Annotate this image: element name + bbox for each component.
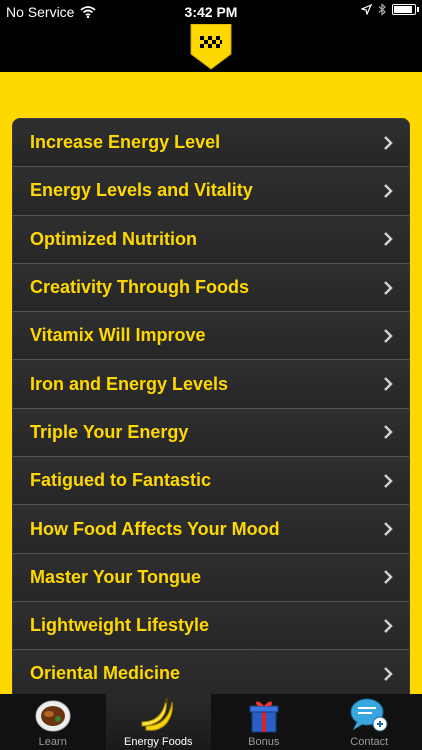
location-arrow-icon — [361, 4, 372, 15]
list-item-label: Fatigued to Fantastic — [30, 470, 212, 491]
list-item-label: Oriental Medicine — [30, 663, 181, 684]
chevron-right-icon — [384, 618, 393, 633]
list-item[interactable]: Energy Levels and Vitality — [13, 167, 409, 216]
tab-energy-foods[interactable]: Energy Foods — [105, 694, 211, 750]
tab-bonus[interactable]: Bonus — [211, 694, 317, 750]
tab-learn[interactable]: Learn — [0, 694, 106, 750]
taxi-checker-badge-icon — [190, 24, 232, 70]
list-item[interactable]: Oriental Medicine — [13, 650, 409, 694]
list-item[interactable]: Optimized Nutrition — [13, 215, 409, 264]
battery-fill — [394, 6, 413, 13]
tab-contact[interactable]: Contact — [317, 694, 422, 750]
list-item[interactable]: Triple Your Energy — [13, 408, 409, 458]
chevron-right-icon — [384, 232, 393, 247]
list-item-label: Optimized Nutrition — [30, 228, 197, 249]
topic-list: Increase Energy Level Energy Levels and V… — [12, 118, 410, 694]
chevron-right-icon — [384, 377, 393, 392]
list-item-label: Energy Levels and Vitality — [30, 180, 253, 201]
status-bar: No Service 3:42 PM — [0, 0, 422, 24]
list-item-label: Creativity Through Foods — [30, 277, 250, 298]
list-item-label: Master Your Tongue — [30, 566, 202, 587]
status-right — [361, 3, 419, 16]
list-item[interactable]: Iron and Energy Levels — [13, 360, 409, 409]
chevron-right-icon — [384, 473, 393, 488]
banana-icon — [138, 696, 178, 734]
chevron-right-icon — [384, 280, 393, 295]
list-item[interactable]: Vitamix Will Improve — [13, 312, 409, 361]
tab-label: Contact — [350, 736, 389, 748]
list-item-label: Triple Your Energy — [30, 421, 189, 442]
bluetooth-icon — [378, 3, 386, 16]
food-plate-icon — [33, 696, 73, 734]
list-item-label: Lightweight Lifestyle — [30, 615, 210, 636]
tab-label: Learn — [38, 736, 67, 748]
tab-bar: Learn Energy Foods Bonus Contact — [0, 694, 422, 750]
list-item[interactable]: Increase Energy Level — [13, 119, 409, 168]
status-time: 3:42 PM — [184, 4, 238, 20]
main-content: Increase Energy Level Energy Levels and V… — [0, 72, 422, 694]
chat-bubble-add-icon — [349, 696, 389, 734]
tab-label: Energy Foods — [124, 736, 193, 748]
chevron-right-icon — [384, 522, 393, 536]
list-item[interactable]: Lightweight Lifestyle — [13, 601, 409, 651]
battery-icon — [392, 4, 419, 15]
chevron-right-icon — [384, 425, 393, 440]
list-item[interactable]: Master Your Tongue — [13, 553, 409, 602]
chevron-right-icon — [384, 184, 393, 198]
chevron-right-icon — [384, 135, 393, 150]
list-item[interactable]: How Food Affects Your Mood — [13, 505, 409, 554]
tab-label: Bonus — [248, 736, 280, 748]
list-item-label: How Food Affects Your Mood — [30, 518, 280, 539]
chevron-right-icon — [384, 667, 393, 681]
chevron-right-icon — [384, 570, 393, 585]
gift-icon — [244, 696, 284, 734]
list-item-label: Iron and Energy Levels — [30, 373, 229, 394]
list-item-label: Increase Energy Level — [30, 132, 221, 153]
header — [0, 24, 422, 72]
list-item[interactable]: Creativity Through Foods — [13, 263, 409, 313]
list-item[interactable]: Fatigued to Fantastic — [13, 457, 409, 506]
list-item-label: Vitamix Will Improve — [30, 325, 206, 346]
chevron-right-icon — [384, 328, 393, 343]
